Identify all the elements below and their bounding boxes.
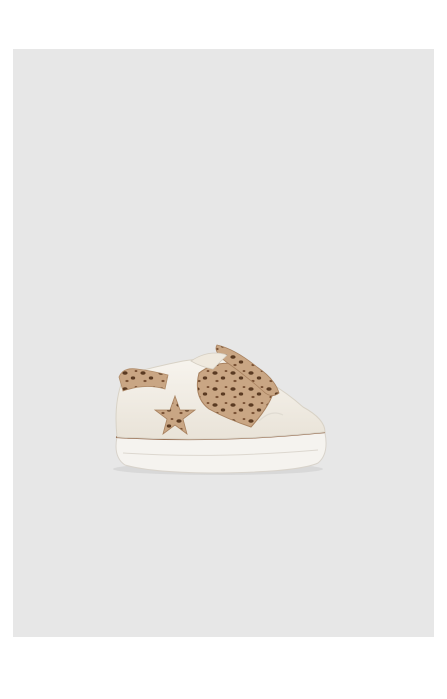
product-image[interactable]	[13, 49, 434, 637]
product-photo-frame	[13, 49, 434, 637]
page	[0, 0, 447, 699]
